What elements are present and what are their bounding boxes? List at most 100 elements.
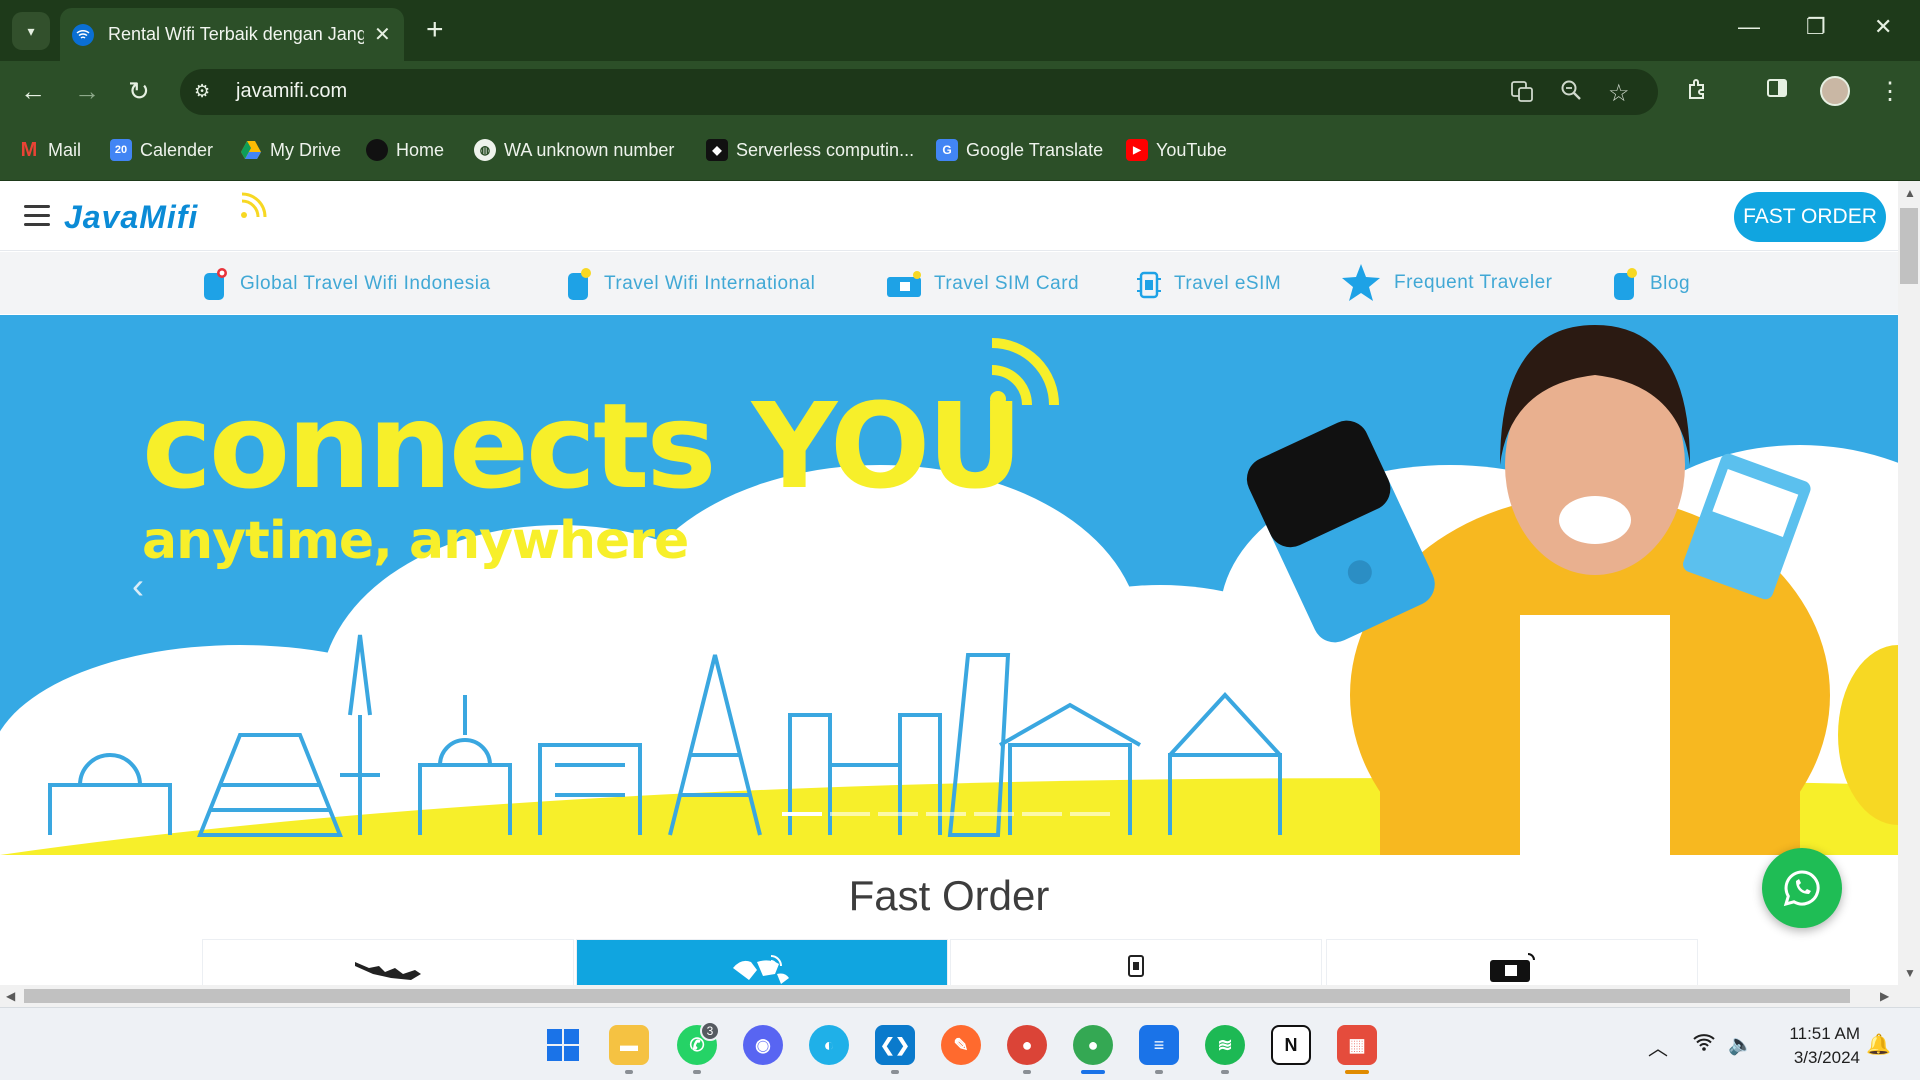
carousel-dot[interactable]: [974, 812, 1014, 816]
tab-strip: ▾ Rental Wifi Terbaik dengan Jang ✕ + — …: [0, 0, 1920, 61]
horizontal-scroll-thumb[interactable]: [24, 989, 1850, 1003]
scroll-left-arrow-icon[interactable]: ◀: [6, 989, 15, 1003]
side-panel-icon[interactable]: [1766, 77, 1788, 106]
extensions-icon[interactable]: [1686, 77, 1710, 108]
close-icon[interactable]: ✕: [374, 22, 391, 47]
hero-carousel[interactable]: connects YOU anytime, anywhere ‹: [0, 315, 1898, 855]
bookmark-youtube[interactable]: ▶ YouTube: [1126, 139, 1227, 161]
show-hidden-icons[interactable]: ︿: [1648, 1032, 1668, 1061]
bookmark-wa-unknown[interactable]: ◍ WA unknown number: [474, 139, 674, 161]
nav-frequent-traveler[interactable]: Frequent Traveler: [1340, 262, 1552, 304]
bookmark-label: WA unknown number: [504, 139, 675, 160]
bookmark-mail[interactable]: M Mail: [18, 139, 81, 161]
scroll-right-arrow-icon[interactable]: ▶: [1880, 989, 1889, 1003]
bookmark-calendar[interactable]: 20 Calender: [110, 139, 213, 161]
bookmark-label: Home: [396, 139, 445, 160]
nav-travel-esim[interactable]: Travel eSIM: [1136, 267, 1281, 301]
minimize-icon[interactable]: —: [1738, 14, 1760, 40]
carousel-dot[interactable]: [1022, 812, 1062, 816]
clock-time: 11:51 AM: [1789, 1024, 1860, 1043]
running-indicator: [1155, 1070, 1163, 1074]
calendar-app-icon[interactable]: ▦: [1337, 1025, 1377, 1065]
whatsapp-unread-badge: 3: [700, 1021, 720, 1041]
clock-date: 3/3/2024: [1793, 1048, 1860, 1067]
order-tab-sim-card[interactable]: [1326, 939, 1698, 985]
discord-icon[interactable]: ◉: [743, 1025, 783, 1065]
notion-icon[interactable]: N: [1271, 1025, 1311, 1065]
url-text[interactable]: javamifi.com: [236, 80, 347, 103]
evernote-icon[interactable]: ◐: [809, 1025, 849, 1065]
restore-icon[interactable]: ❐: [1806, 14, 1826, 40]
carousel-dot[interactable]: [926, 812, 966, 816]
new-tab-icon[interactable]: +: [426, 14, 444, 46]
calendar-icon: 20: [110, 139, 132, 161]
zoom-icon[interactable]: [1560, 79, 1582, 107]
chrome-profile-icon[interactable]: ●: [1073, 1025, 1113, 1065]
bookmark-label: Google Translate: [966, 139, 1104, 160]
carousel-dot[interactable]: [878, 812, 918, 816]
system-clock[interactable]: 11:51 AM 3/3/2024: [1770, 1022, 1860, 1070]
menu-icon[interactable]: ⋮: [1878, 77, 1902, 106]
scroll-down-arrow-icon[interactable]: ▼: [1904, 966, 1916, 980]
carousel-dot[interactable]: [1070, 812, 1110, 816]
vertical-scrollbar[interactable]: [1898, 181, 1920, 985]
pen-app-icon[interactable]: ✎: [941, 1025, 981, 1065]
logo-wifi-waves-icon: [241, 192, 267, 218]
web-page: JavaMifi FAST ORDER Global Travel Wifi I…: [0, 181, 1898, 985]
whatsapp-chat-button[interactable]: [1762, 848, 1842, 928]
file-explorer-icon[interactable]: ▬: [609, 1025, 649, 1065]
notification-bell-icon[interactable]: 🔔: [1866, 1032, 1891, 1057]
nav-travel-sim-card[interactable]: Travel SIM Card: [886, 267, 1079, 301]
address-bar[interactable]: ⚙ javamifi.com ☆: [180, 69, 1658, 115]
chrome-icon[interactable]: ●: [1007, 1025, 1047, 1065]
running-indicator: [693, 1070, 701, 1074]
bookmark-my-drive[interactable]: My Drive: [240, 139, 341, 161]
hamburger-menu-icon[interactable]: [24, 205, 50, 232]
chevron-left-icon[interactable]: ‹: [132, 565, 144, 607]
windows-start-icon[interactable]: [543, 1025, 583, 1065]
vscode-icon[interactable]: ❮❯: [875, 1025, 915, 1065]
section-title: Fast Order: [848, 872, 1050, 919]
windows-taskbar: ▬ ✆ 3 ◉ ◐ ❮❯ ✎ ● ● ≡ ≋ N ▦ ︿ 🔈 11:51 AM …: [0, 1007, 1920, 1080]
bookmark-google-translate[interactable]: G Google Translate: [936, 139, 1103, 161]
order-tab-indonesia[interactable]: [202, 939, 574, 985]
bookmark-home[interactable]: Home: [366, 139, 444, 161]
spotify-icon[interactable]: ≋: [1205, 1025, 1245, 1065]
scroll-up-arrow-icon[interactable]: ▲: [1904, 186, 1916, 200]
nav-label: Blog: [1650, 273, 1691, 294]
close-window-icon[interactable]: ✕: [1874, 14, 1892, 40]
reload-icon[interactable]: ↻: [128, 75, 150, 107]
carousel-dot[interactable]: [830, 812, 870, 816]
globe-icon: ◍: [474, 139, 496, 161]
nav-blog[interactable]: Blog: [1612, 267, 1690, 301]
active-indicator: [1081, 1070, 1105, 1074]
pocket-wifi-icon: [1614, 268, 1637, 300]
sim-card-icon: [887, 271, 921, 297]
vertical-scroll-thumb[interactable]: [1900, 208, 1918, 284]
nav-global-travel-wifi-indonesia[interactable]: Global Travel Wifi Indonesia: [202, 267, 491, 301]
bookmark-serverless[interactable]: ◆ Serverless computin...: [706, 139, 914, 161]
bookmark-star-icon[interactable]: ☆: [1608, 79, 1630, 108]
wifi-icon[interactable]: [1692, 1032, 1716, 1058]
nav-label: Travel eSIM: [1174, 273, 1282, 294]
fast-order-button[interactable]: FAST ORDER: [1734, 192, 1886, 242]
site-logo[interactable]: JavaMifi: [64, 199, 198, 236]
serverless-icon: ◆: [706, 139, 728, 161]
nav-label: Frequent Traveler: [1394, 272, 1553, 293]
notepad-icon[interactable]: ≡: [1139, 1025, 1179, 1065]
site-info-icon[interactable]: ⚙: [194, 81, 210, 102]
nav-label: Global Travel Wifi Indonesia: [240, 273, 491, 294]
back-icon[interactable]: ←: [20, 75, 46, 107]
carousel-dot[interactable]: [782, 812, 822, 816]
active-tab[interactable]: Rental Wifi Terbaik dengan Jang ✕: [60, 8, 404, 61]
order-tab-esim[interactable]: [950, 939, 1322, 985]
nav-label: Travel Wifi International: [604, 273, 816, 294]
order-tab-international[interactable]: [576, 939, 948, 985]
nav-travel-wifi-international[interactable]: Travel Wifi International: [566, 267, 815, 301]
profile-avatar[interactable]: [1820, 76, 1850, 106]
bookmarks-bar: M Mail 20 Calender My Drive Home ◍ WA un…: [0, 123, 1920, 181]
tab-search-icon[interactable]: ▾: [12, 12, 50, 50]
translate-icon[interactable]: [1510, 79, 1534, 109]
forward-icon[interactable]: →: [74, 75, 100, 107]
volume-icon[interactable]: 🔈: [1728, 1032, 1753, 1057]
